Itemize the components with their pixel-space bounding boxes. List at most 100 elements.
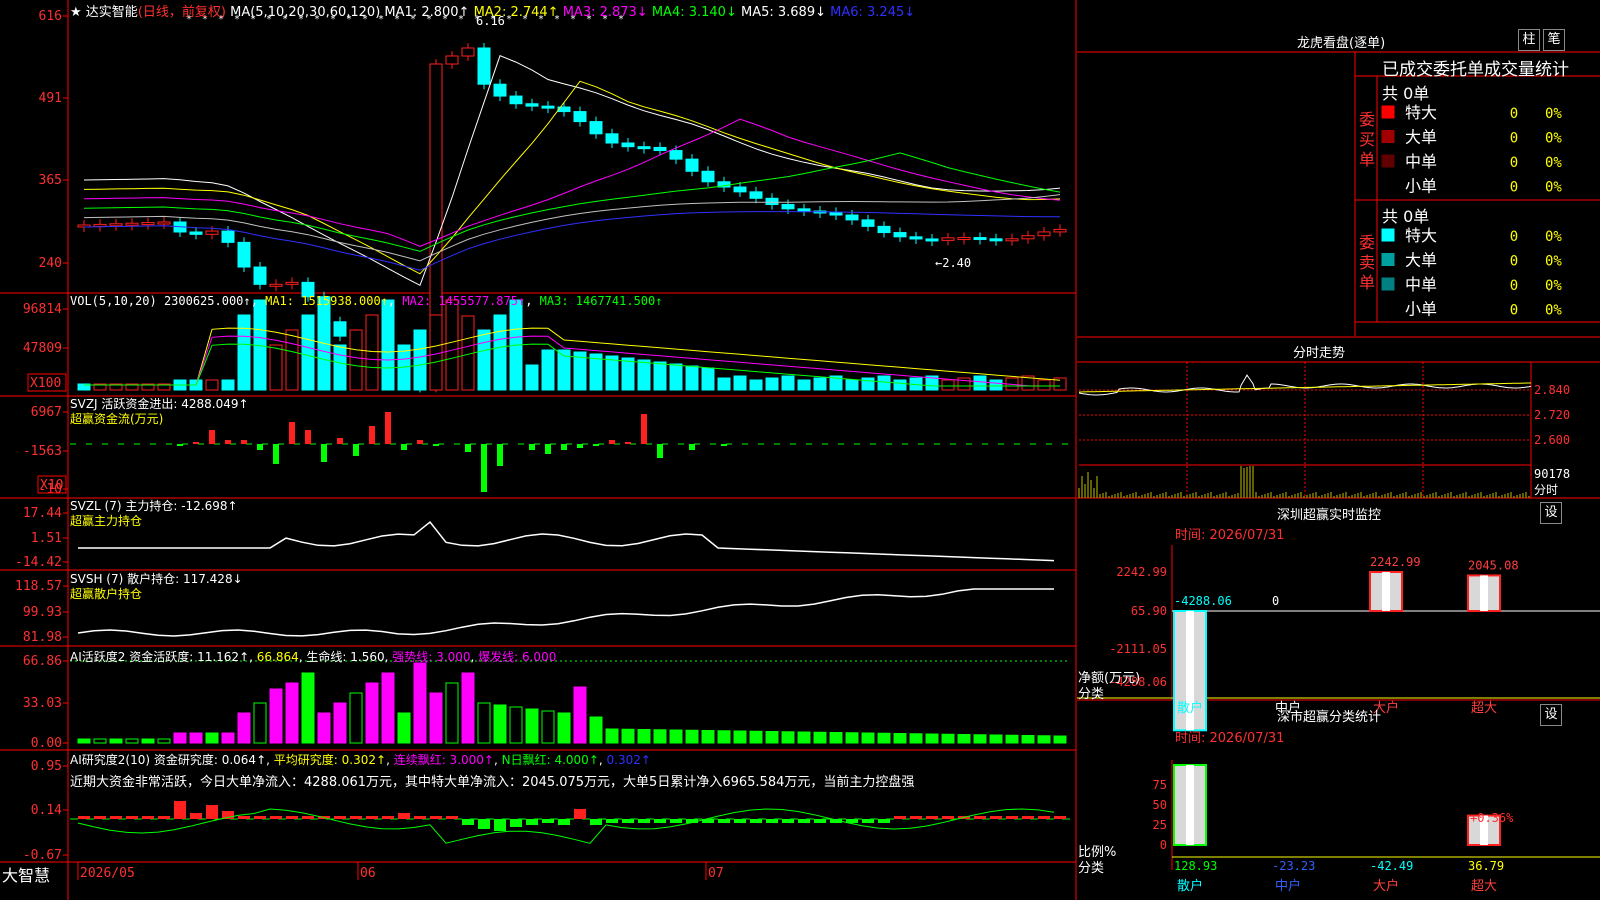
- ai-research-bar: [926, 816, 938, 819]
- candle: [333, 321, 347, 337]
- ai-research-bar: [446, 816, 458, 819]
- intraday-volume-tick: 90178: [1534, 467, 1570, 481]
- ai-activity-bar: [429, 692, 443, 744]
- volume-bar: [989, 379, 1003, 391]
- class-y-tick: 25: [1153, 818, 1167, 832]
- ai-activity-bar: [109, 738, 123, 744]
- ai-research-v5: 0.302↑: [606, 753, 651, 767]
- volume-bar: [1037, 379, 1051, 391]
- ai-research-bar: [638, 819, 650, 823]
- ai-research-bar: [942, 816, 954, 819]
- intraday-price-tick: 2.840: [1534, 383, 1570, 397]
- volume-bar: [893, 379, 907, 391]
- candle: [957, 237, 971, 241]
- intraday-label: 分时: [1534, 483, 1558, 497]
- class-stats-title: 深市超赢分类统计: [1277, 710, 1382, 725]
- ai-research-bar: [526, 819, 538, 825]
- ai-research-bar: [558, 819, 570, 825]
- svzj-bar: [721, 444, 727, 446]
- candle: [205, 230, 219, 235]
- ai-activity-bar: [477, 702, 491, 744]
- ai-activity-bar: [253, 702, 267, 744]
- ma-item-6: MA6: 3.245↓: [830, 5, 920, 20]
- class-y-tick: 0: [1160, 838, 1167, 852]
- class-stats-time: 时间: 2026/07/31: [1175, 731, 1285, 746]
- candle: [781, 204, 795, 210]
- ai-research-bar: [510, 819, 522, 827]
- ai-research-bar: [622, 819, 634, 823]
- date-label: 07: [708, 866, 724, 881]
- ai-research-bar: [430, 816, 442, 819]
- ai-activity-bar: [509, 706, 523, 744]
- volume-bar: [365, 314, 379, 391]
- ai-activity-v5: 爆发线: 6.000: [478, 650, 557, 664]
- ai-activity-bar: [1005, 734, 1019, 744]
- period-label[interactable]: (日线，前复权): [138, 5, 226, 20]
- chart-area[interactable]: 616 491 365 240 96814 47809 6967 -1563 -10 17.44 1…: [0, 0, 1077, 900]
- ai-activity-bar: [93, 738, 107, 744]
- ai-research-bar: [334, 816, 346, 819]
- ai-research-bar: [670, 819, 682, 823]
- candle: [845, 214, 859, 221]
- candle: [653, 146, 667, 152]
- svzj-bar: [257, 444, 263, 450]
- class-stats-settings-button[interactable]: 设: [1540, 704, 1562, 726]
- volume-bar: [285, 329, 299, 391]
- ai-activity-bar: [813, 731, 827, 744]
- category-label: 分类: [1078, 687, 1105, 702]
- ai-research-bar: [590, 819, 602, 825]
- svzj-bar: [353, 444, 359, 456]
- ai-activity-bar: [493, 704, 507, 744]
- candle: [141, 222, 155, 226]
- candle: [925, 238, 939, 242]
- ai-activity-bar: [317, 712, 331, 744]
- ai-activity-bar: [797, 731, 811, 744]
- dragon-title: 龙虎看盘(逐单): [1297, 36, 1386, 51]
- svzj-bar: [609, 440, 615, 444]
- volume-bar: [781, 375, 795, 391]
- buy-row-pct: 0%: [1545, 180, 1562, 196]
- monitor-bar-highlight: [1382, 572, 1390, 611]
- volume-bar: [877, 375, 891, 391]
- pen-view-button[interactable]: 笔: [1543, 29, 1565, 51]
- class-y-tick: 50: [1153, 798, 1167, 812]
- sz-monitor-settings-button[interactable]: 设: [1540, 502, 1562, 524]
- ai-activity-v4: 强势线: 3.000: [392, 650, 471, 664]
- svzl-header: SVZL (7) 主力持仓: -12.698↑ 超赢主力持仓: [70, 499, 238, 529]
- ai-activity-v1: 资金活跃度: 11.162↑: [129, 650, 250, 664]
- class-extra-label: +0.36%: [1470, 811, 1514, 825]
- monitor-y-tick: 65.90: [1131, 604, 1167, 618]
- price-tick: 616: [39, 9, 62, 24]
- ai-research-v1: 资金研究度: 0.064↑: [153, 753, 267, 767]
- column-view-button[interactable]: 柱: [1518, 29, 1540, 51]
- buy-row-swatch: [1381, 154, 1395, 168]
- ai-research-bar: [654, 819, 666, 823]
- candle: [989, 238, 1003, 242]
- buy-row-name: 特大: [1405, 103, 1437, 122]
- volume-bar: [205, 379, 219, 391]
- ai-research-bar: [382, 816, 394, 819]
- svzj-bar: [241, 440, 247, 444]
- volume-bar: [941, 379, 955, 391]
- ai-activity-label: AI活跃度2: [70, 650, 126, 664]
- svzl-label: SVZL (7) 主力持仓: -12.698↑: [70, 499, 238, 513]
- ai-activity-bar: [285, 682, 299, 744]
- ai-research-bar: [814, 819, 826, 823]
- ai-research-bar: [350, 816, 362, 819]
- volume-bar: [477, 329, 491, 391]
- ai-activity-bar: [189, 732, 203, 744]
- ai-research-bar: [126, 816, 138, 819]
- candle: [637, 146, 651, 150]
- candle: [621, 142, 635, 148]
- favorite-star-icon[interactable]: ★: [70, 5, 82, 20]
- svzl-tick: -14.42: [15, 555, 62, 570]
- candle: [589, 121, 603, 135]
- volume-bar: [621, 357, 635, 391]
- candle: [861, 219, 875, 227]
- candle: [237, 241, 251, 268]
- ai-activity-bar: [637, 729, 651, 744]
- ai-research-bar: [414, 816, 426, 819]
- svzj-bar: [369, 426, 375, 444]
- sell-row-swatch: [1381, 277, 1395, 291]
- right-panel-svg: 特大 0 0% 大单 0 0% 中单 0 0% 小单 0 0% 特大 0 0% 大单 0 0% 中单 0 0% 小单 0 0%…: [1077, 51, 1600, 894]
